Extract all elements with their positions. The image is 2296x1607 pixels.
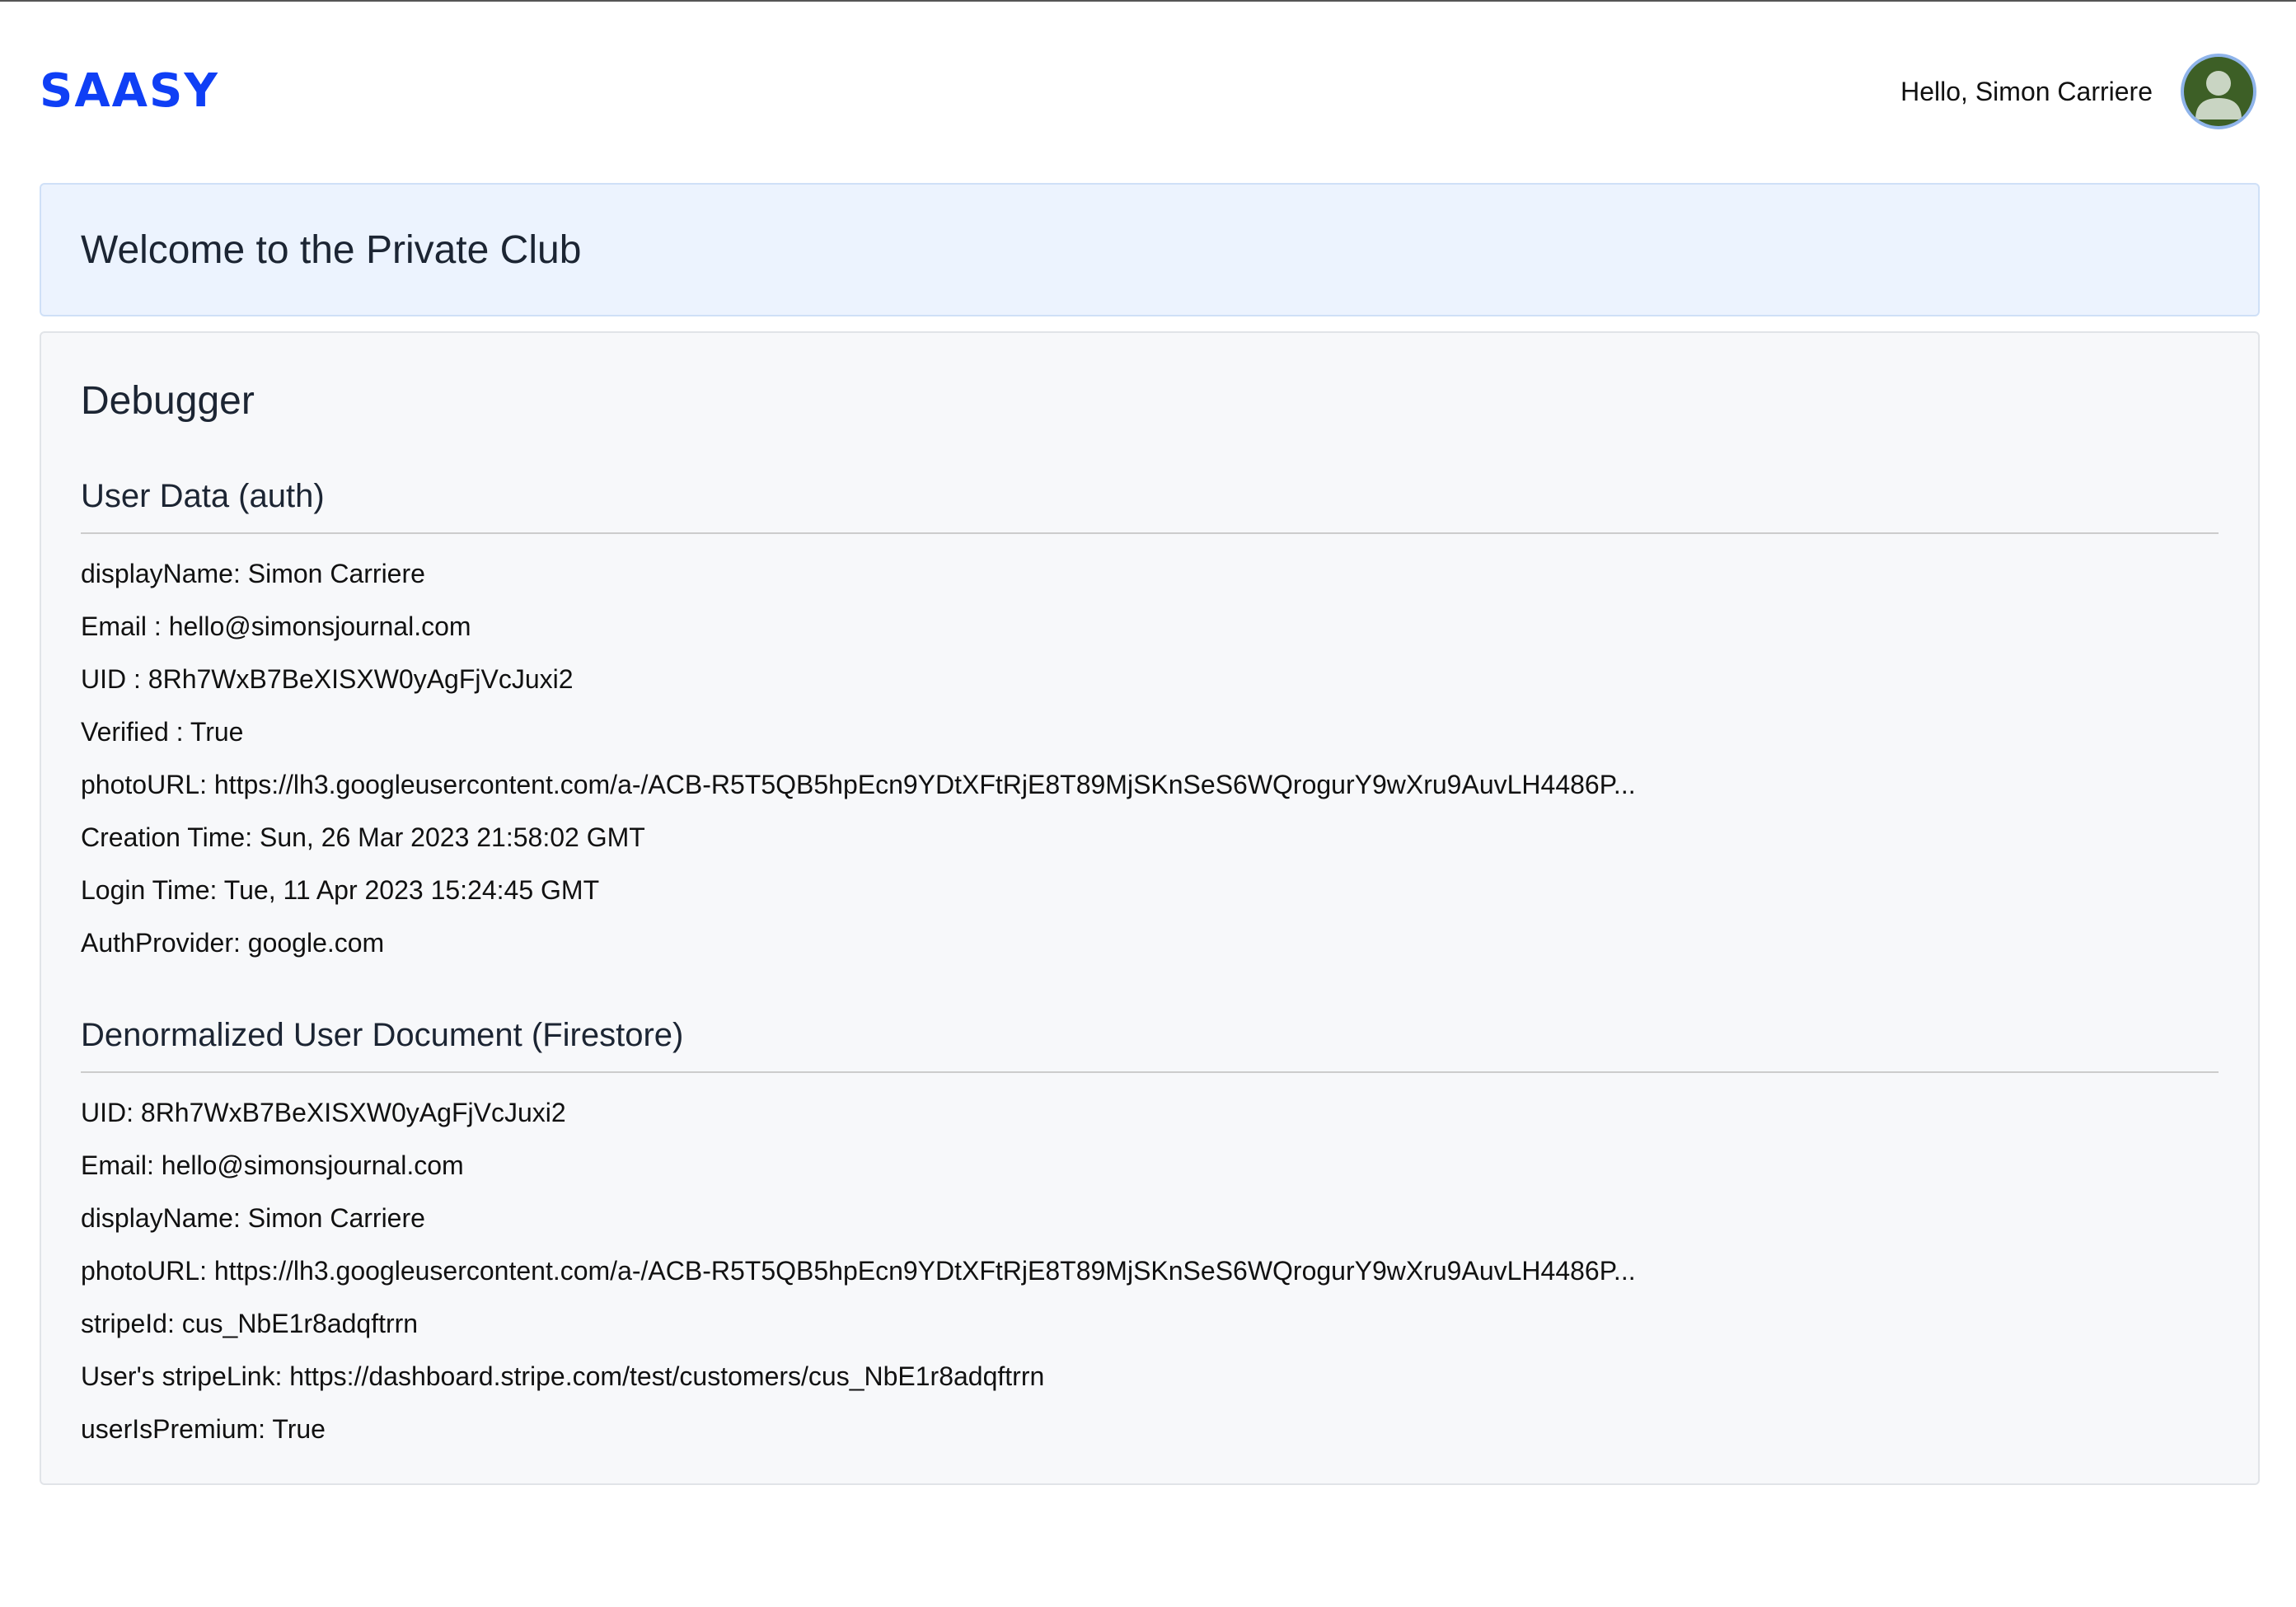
auth-verified: Verified : True <box>81 717 244 747</box>
auth-section: User Data (auth) displayName: Simon Carr… <box>81 473 2219 969</box>
user-area: Hello, Simon Carriere <box>1900 54 2256 129</box>
auth-uid: UID : 8Rh7WxB7BeXISXW0yAgFjVcJuxi2 <box>81 664 574 694</box>
firestore-uid: UID: 8Rh7WxB7BeXISXW0yAgFjVcJuxi2 <box>81 1098 566 1127</box>
user-greeting: Hello, Simon Carriere <box>1900 76 2153 106</box>
debugger-card: Debugger User Data (auth) displayName: S… <box>40 331 2260 1485</box>
debugger-title: Debugger <box>81 379 255 423</box>
firestore-email: Email: hello@simonsjournal.com <box>81 1150 464 1180</box>
firestore-photo-url: photoURL: https://lh3.googleusercontent.… <box>81 1256 1636 1286</box>
auth-display-name: displayName: Simon Carriere <box>81 559 425 588</box>
avatar-silhouette-icon <box>2195 71 2242 119</box>
auth-section-title: User Data (auth) <box>81 473 2219 534</box>
saasy-logo[interactable]: SAASY <box>40 68 219 115</box>
firestore-rows: UID: 8Rh7WxB7BeXISXW0yAgFjVcJuxi2 Email:… <box>81 1086 2219 1455</box>
auth-provider: AuthProvider: google.com <box>81 928 385 958</box>
user-avatar-icon[interactable] <box>2181 54 2256 129</box>
auth-creation-time: Creation Time: Sun, 26 Mar 2023 21:58:02… <box>81 822 645 852</box>
firestore-display-name: displayName: Simon Carriere <box>81 1203 425 1233</box>
firestore-section-title: Denormalized User Document (Firestore) <box>81 1012 2219 1073</box>
firestore-section: Denormalized User Document (Firestore) U… <box>81 1012 2219 1455</box>
auth-login-time: Login Time: Tue, 11 Apr 2023 15:24:45 GM… <box>81 875 600 905</box>
auth-photo-url: photoURL: https://lh3.googleusercontent.… <box>81 770 1636 799</box>
firestore-stripe-id: stripeId: cus_NbE1r8adqftrrn <box>81 1309 419 1338</box>
auth-rows: displayName: Simon Carriere Email : hell… <box>81 547 2219 969</box>
firestore-is-premium: userIsPremium: True <box>81 1414 326 1444</box>
firestore-stripe-link: User's stripeLink: https://dashboard.str… <box>81 1361 1045 1391</box>
auth-email: Email : hello@simonsjournal.com <box>81 611 471 641</box>
top-header: SAASY Hello, Simon Carriere <box>40 46 2256 137</box>
welcome-title: Welcome to the Private Club <box>81 227 582 272</box>
welcome-banner: Welcome to the Private Club <box>40 183 2260 316</box>
